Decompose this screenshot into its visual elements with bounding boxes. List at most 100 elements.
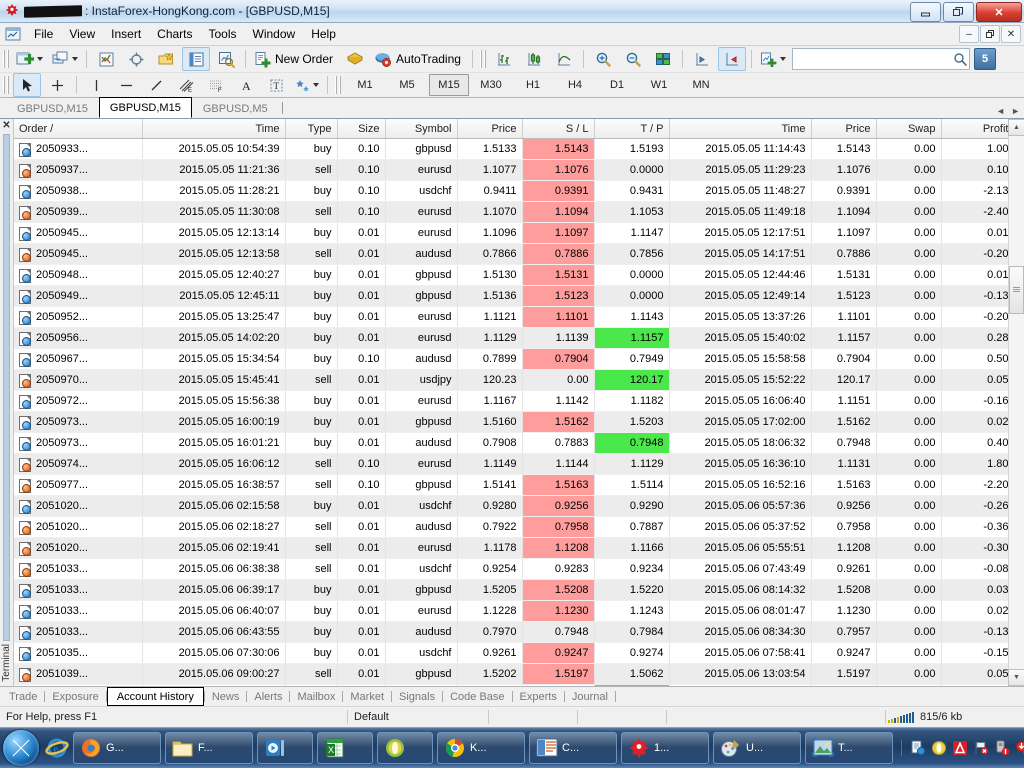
column-header-tp[interactable]: T / P: [594, 119, 670, 139]
chart-tab-prev-button[interactable]: ◄: [996, 106, 1005, 116]
column-header-order[interactable]: Order /: [14, 119, 143, 139]
windows-start-orb-icon[interactable]: [3, 730, 39, 766]
restore-button[interactable]: [943, 2, 974, 22]
column-header-size[interactable]: Size: [337, 119, 386, 139]
chart-tab-0[interactable]: GBPUSD,M15: [6, 99, 99, 118]
table-row[interactable]: 2050956... 2015.05.05 14:02:20 buy 0.01 euru…: [14, 327, 1008, 349]
tray-avira-icon[interactable]: [952, 740, 968, 756]
column-header-swap[interactable]: Swap: [876, 119, 942, 139]
table-row[interactable]: 2051039... 2015.05.06 09:00:27 sell 0.01 gbp…: [14, 663, 1008, 685]
timeframe-m15[interactable]: M15: [429, 74, 469, 96]
toolbar-grip-2[interactable]: [479, 50, 486, 68]
taskbar-item-paint[interactable]: U...: [713, 732, 801, 764]
bar-chart-button[interactable]: [490, 47, 518, 71]
terminal-tab-trade[interactable]: Trade: [2, 689, 44, 704]
data-window-button[interactable]: [122, 47, 150, 71]
tray-action-center-icon[interactable]: [910, 740, 926, 756]
timeframe-mn[interactable]: MN: [681, 74, 721, 96]
taskbar-item-firefox[interactable]: G...: [73, 732, 161, 764]
candlestick-chart-button[interactable]: [520, 47, 548, 71]
table-row[interactable]: 2050974... 2015.05.05 16:06:12 sell 0.10 eur…: [14, 453, 1008, 475]
timeframe-m30[interactable]: M30: [471, 74, 511, 96]
timeframe-m1[interactable]: M1: [345, 74, 385, 96]
table-row[interactable]: 2050970... 2015.05.05 15:45:41 sell 0.01 usd…: [14, 369, 1008, 391]
chart-tab-next-button[interactable]: ►: [1011, 106, 1020, 116]
column-header-time[interactable]: Time: [142, 119, 286, 139]
table-row[interactable]: 2050967... 2015.05.05 15:34:54 buy 0.10 audu…: [14, 348, 1008, 370]
table-row[interactable]: 2050949... 2015.05.05 12:45:11 buy 0.01 gbpu…: [14, 285, 1008, 307]
timeframe-m5[interactable]: M5: [387, 74, 427, 96]
autotrading-button[interactable]: AutoTrading: [371, 47, 467, 71]
tray-opera-icon[interactable]: [931, 740, 947, 756]
horizontal-line-tool[interactable]: [112, 73, 140, 97]
crosshair-tool[interactable]: [43, 73, 71, 97]
taskbar-item-media-player[interactable]: [257, 732, 313, 764]
table-row[interactable]: 2050938... 2015.05.05 11:28:21 buy 0.10 usdc…: [14, 180, 1008, 202]
mdi-minimize-button[interactable]: –: [959, 25, 979, 43]
tray-flag-icon[interactable]: [973, 740, 989, 756]
table-row[interactable]: 2051033... 2015.05.06 06:38:38 sell 0.01 usd…: [14, 558, 1008, 580]
scroll-track[interactable]: [1009, 136, 1024, 669]
strategy-tester-button[interactable]: [212, 47, 240, 71]
table-row[interactable]: 2051033... 2015.05.06 06:40:07 buy 0.01 euru…: [14, 600, 1008, 622]
terminal-tab-exposure[interactable]: Exposure: [45, 689, 105, 704]
scroll-down-button[interactable]: ▼: [1008, 669, 1024, 686]
terminal-tab-experts[interactable]: Experts: [513, 689, 564, 704]
minimize-button[interactable]: [910, 2, 941, 22]
column-header-sl[interactable]: S / L: [522, 119, 595, 139]
chart-shift-button[interactable]: [688, 47, 716, 71]
trendline-tool[interactable]: [142, 73, 170, 97]
column-header-price[interactable]: Price: [457, 119, 523, 139]
taskbar-item-chrome[interactable]: K...: [437, 732, 525, 764]
column-header-close-price[interactable]: Price: [811, 119, 877, 139]
terminal-tab-mailbox[interactable]: Mailbox: [290, 689, 342, 704]
search-icon[interactable]: [953, 52, 967, 66]
quicklaunch-internet-explorer[interactable]: e: [43, 731, 71, 765]
taskbar-item-folder[interactable]: F...: [165, 732, 253, 764]
table-row[interactable]: 2051041...2015.05.06 09:22:08buy0.01euru…: [14, 684, 1008, 686]
taskbar-item-opera[interactable]: [377, 732, 433, 764]
chevron-down-icon[interactable]: [72, 57, 78, 61]
table-row[interactable]: 2050972... 2015.05.05 15:56:38 buy 0.01 euru…: [14, 390, 1008, 412]
column-header-symbol[interactable]: Symbol: [385, 119, 458, 139]
table-row[interactable]: 2050945... 2015.05.05 12:13:14 buy 0.01 euru…: [14, 222, 1008, 244]
terminal-tab-journal[interactable]: Journal: [565, 689, 615, 704]
menu-charts[interactable]: Charts: [149, 24, 200, 44]
taskbar-item-photo-viewer[interactable]: T...: [805, 732, 893, 764]
table-row[interactable]: 2050937... 2015.05.05 11:21:36 sell 0.10 eur…: [14, 159, 1008, 181]
menu-insert[interactable]: Insert: [103, 24, 149, 44]
close-button[interactable]: ✕: [976, 2, 1022, 22]
table-row[interactable]: 2050977... 2015.05.05 16:38:57 sell 0.10 gbp…: [14, 474, 1008, 496]
metaeditor-button[interactable]: [341, 47, 369, 71]
timeframe-h1[interactable]: H1: [513, 74, 553, 96]
toolbar-grip-4[interactable]: [335, 76, 341, 94]
timeframe-h4[interactable]: H4: [555, 74, 595, 96]
menu-file[interactable]: File: [26, 24, 61, 44]
terminal-tab-signals[interactable]: Signals: [392, 689, 442, 704]
table-row[interactable]: 2050945... 2015.05.05 12:13:58 sell 0.01 aud…: [14, 243, 1008, 265]
chart-tab-2[interactable]: GBPUSD,M5: [191, 99, 279, 118]
toolbar-grip-3[interactable]: [3, 76, 9, 94]
zoom-out-button[interactable]: [619, 47, 647, 71]
mdi-close-button[interactable]: ✕: [1001, 25, 1021, 43]
market-watch-button[interactable]: [92, 47, 120, 71]
table-row[interactable]: 2050952... 2015.05.05 13:25:47 buy 0.01 euru…: [14, 306, 1008, 328]
chevron-down-icon[interactable]: [37, 57, 43, 61]
tray-usb-icon[interactable]: [994, 740, 1010, 756]
terminal-tab-code-base[interactable]: Code Base: [443, 689, 511, 704]
new-chart-button[interactable]: [13, 47, 46, 71]
line-chart-button[interactable]: [550, 47, 578, 71]
table-row[interactable]: 2050948... 2015.05.05 12:40:27 buy 0.01 gbpu…: [14, 264, 1008, 286]
table-row[interactable]: 2051020... 2015.05.06 02:18:27 sell 0.01 aud…: [14, 516, 1008, 538]
scroll-thumb[interactable]: [1009, 266, 1024, 314]
indicators-button[interactable]: [757, 47, 789, 71]
chart-tab-1[interactable]: GBPUSD,M15: [98, 97, 192, 118]
fibonacci-tool[interactable]: F: [202, 73, 230, 97]
toolbar-grip[interactable]: [3, 50, 9, 68]
chevron-down-icon[interactable]: [779, 57, 786, 61]
profiles-button[interactable]: [48, 47, 81, 71]
terminal-close-button[interactable]: ✕: [2, 120, 10, 131]
taskbar-item-excel[interactable]: X: [317, 732, 373, 764]
taskbar-item-metatrader[interactable]: 1...: [621, 732, 709, 764]
terminal-tab-account-history[interactable]: Account History: [106, 687, 204, 706]
